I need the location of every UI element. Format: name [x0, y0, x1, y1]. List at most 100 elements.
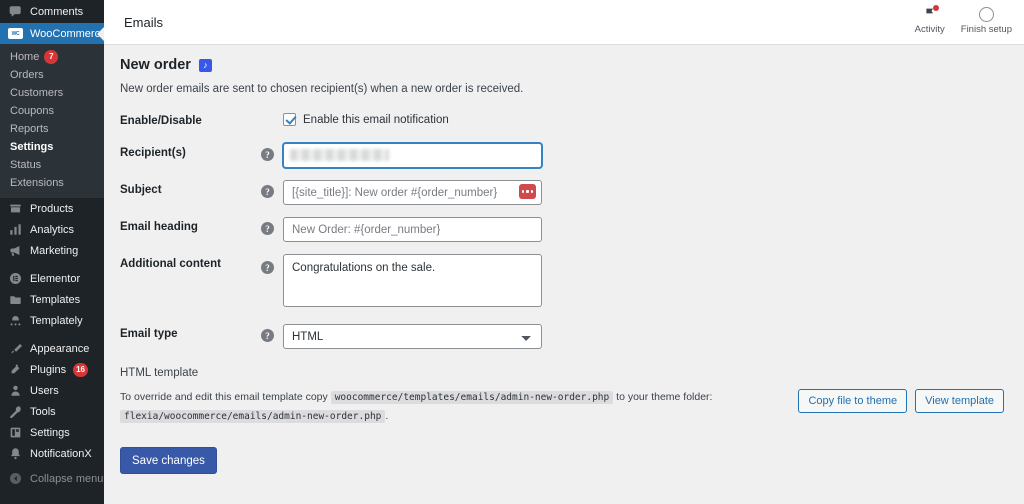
sidebar-item-products[interactable]: Products	[0, 198, 104, 219]
tools-wrench-icon	[8, 405, 23, 418]
submenu-item-reports[interactable]: Reports	[0, 120, 104, 138]
sidebar-item-users[interactable]: Users	[0, 380, 104, 401]
submenu-item-label: Coupons	[10, 105, 55, 117]
comments-icon	[8, 5, 23, 18]
form-row-enable-disable: Enable/Disable ? Enable this email notif…	[114, 105, 1004, 137]
appearance-brush-icon	[8, 342, 23, 355]
email-heading-help-icon[interactable]: ?	[261, 222, 274, 235]
flag-icon	[924, 5, 939, 22]
sidebar-item-settings[interactable]: Settings	[0, 422, 104, 443]
sidebar-item-label: Analytics	[30, 223, 75, 236]
email-heading-label: Email heading	[120, 221, 198, 233]
template-source-path: woocommerce/templates/emails/admin-new-o…	[330, 391, 614, 404]
sidebar-item-plugins[interactable]: Plugins 16	[0, 359, 104, 380]
form-row-additional-content: Additional content ? Congratulations on …	[114, 248, 1004, 318]
sidebar-item-label: Appearance	[30, 342, 90, 355]
sidebar-item-templately[interactable]: Templately	[0, 310, 104, 331]
email-settings-form: Enable/Disable ? Enable this email notif…	[114, 105, 1004, 355]
template-target-path: flexia/woocommerce/emails/admin-new-orde…	[120, 409, 386, 423]
additional-content-label: Additional content	[120, 258, 221, 270]
elementor-icon	[8, 272, 23, 285]
sidebar-item-woocommerce[interactable]: WC WooCommerce	[0, 23, 104, 44]
activity-button[interactable]: Activity	[914, 5, 945, 35]
sidebar-item-appearance[interactable]: Appearance	[0, 338, 104, 359]
main-content: Emails Activity Finish setup New order ♪…	[104, 0, 1024, 504]
notification-dot	[932, 5, 939, 11]
submenu-item-settings[interactable]: Settings	[0, 138, 104, 156]
woocommerce-submenu: Home 7 Orders Customers Coupons Reports …	[0, 44, 104, 198]
recipients-help-icon[interactable]: ?	[261, 148, 274, 161]
finish-setup-button[interactable]: Finish setup	[961, 6, 1012, 35]
form-row-email-heading: Email heading ?	[114, 211, 1004, 248]
sidebar-badge-plugins: 16	[73, 362, 88, 377]
woocommerce-email-settings-page: Comments WC WooCommerce Home 7 Orders Cu…	[0, 0, 1024, 504]
notificationx-icon	[8, 447, 23, 460]
sidebar-item-comments[interactable]: Comments	[0, 0, 104, 23]
sidebar-item-label: Elementor	[30, 272, 81, 285]
subject-input[interactable]	[283, 180, 542, 205]
submenu-item-extensions[interactable]: Extensions	[0, 174, 104, 192]
page-header: New order ♪	[120, 57, 1004, 73]
email-type-label: Email type	[120, 328, 178, 340]
sidebar-item-templates[interactable]: Templates	[0, 289, 104, 310]
sidebar-item-label: Collapse menu	[30, 472, 104, 485]
sidebar-item-label: Marketing	[30, 244, 79, 257]
activity-label: Activity	[914, 24, 945, 35]
save-changes-button[interactable]: Save changes	[120, 447, 217, 475]
additional-content-textarea[interactable]: Congratulations on the sale.	[283, 254, 542, 307]
sidebar-item-tools[interactable]: Tools	[0, 401, 104, 422]
template-text-after: .	[385, 409, 389, 422]
email-heading-input[interactable]	[283, 217, 542, 242]
template-text-middle: to your theme folder:	[616, 391, 713, 403]
subject-label: Subject	[120, 184, 162, 196]
submenu-item-label: Orders	[10, 69, 44, 81]
sidebar-item-label: WooCommerce	[30, 27, 104, 40]
html-template-description: To override and edit this email template…	[120, 388, 784, 425]
enable-email-checkbox[interactable]	[283, 113, 296, 126]
email-type-select[interactable]: HTML	[283, 324, 542, 349]
submenu-item-home[interactable]: Home 7	[0, 48, 104, 66]
enable-email-checkbox-label[interactable]: Enable this email notification	[303, 114, 449, 126]
templately-icon	[8, 314, 23, 327]
admin-sidebar: Comments WC WooCommerce Home 7 Orders Cu…	[0, 0, 104, 504]
sidebar-item-notificationx[interactable]: NotificationX	[0, 443, 104, 464]
products-icon	[8, 202, 23, 215]
sidebar-item-collapse-menu[interactable]: Collapse menu	[0, 468, 104, 489]
sidebar-item-analytics[interactable]: Analytics	[0, 219, 104, 240]
marketing-icon	[8, 244, 23, 257]
page-description: New order emails are sent to chosen reci…	[120, 83, 524, 95]
templates-icon	[8, 293, 23, 306]
submenu-item-coupons[interactable]: Coupons	[0, 102, 104, 120]
sidebar-item-label: Users	[30, 384, 59, 397]
collapse-arrow-icon	[8, 472, 23, 485]
submenu-item-label: Home	[10, 51, 40, 63]
users-icon	[8, 384, 23, 397]
html-template-row: To override and edit this email template…	[120, 388, 1004, 425]
sidebar-item-label: Plugins	[30, 363, 67, 376]
submenu-badge-home: 7	[44, 50, 59, 64]
html-template-heading: HTML template	[120, 367, 199, 379]
submenu-item-customers[interactable]: Customers	[0, 84, 104, 102]
sidebar-item-marketing[interactable]: Marketing	[0, 240, 104, 261]
submenu-item-status[interactable]: Status	[0, 156, 104, 174]
submenu-item-label: Reports	[10, 123, 49, 135]
email-type-help-icon[interactable]: ?	[261, 329, 274, 342]
sidebar-item-label: Tools	[30, 405, 56, 418]
emoji-picker-button[interactable]	[519, 184, 536, 199]
top-bar-actions: Activity Finish setup	[914, 5, 1012, 38]
submenu-item-label: Status	[10, 159, 42, 171]
sidebar-item-label: Settings	[30, 426, 70, 439]
sidebar-item-elementor[interactable]: Elementor	[0, 268, 104, 289]
form-row-email-type: Email type ? HTML	[114, 318, 1004, 355]
page-title: New order	[120, 57, 191, 73]
woocommerce-icon: WC	[8, 28, 23, 39]
submenu-item-orders[interactable]: Orders	[0, 66, 104, 84]
sidebar-item-label: Templates	[30, 293, 81, 306]
analytics-icon	[8, 223, 23, 236]
subject-help-icon[interactable]: ?	[261, 185, 274, 198]
copy-file-to-theme-button[interactable]: Copy file to theme	[798, 389, 908, 413]
top-bar: Emails Activity Finish setup	[104, 0, 1024, 45]
view-template-button[interactable]: View template	[915, 389, 1004, 413]
html-template-buttons: Copy file to theme View template	[798, 388, 1004, 413]
additional-content-help-icon[interactable]: ?	[261, 261, 274, 274]
